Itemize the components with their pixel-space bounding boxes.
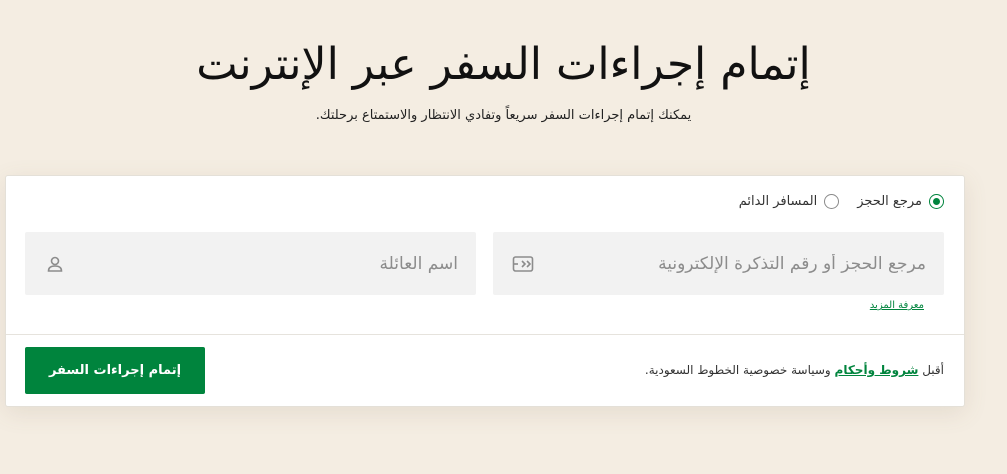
form-divider (6, 334, 964, 335)
hero-section: إتمام إجراءات السفر عبر الإنترنت يمكنك إ… (0, 30, 1007, 126)
booking-reference-field[interactable] (493, 232, 944, 295)
ticket-icon (511, 252, 535, 276)
checkin-submit-button[interactable]: إتمام إجراءات السفر (25, 347, 205, 394)
terms-text: أقبل شروط وأحكام وسياسة خصوصية الخطوط ال… (645, 363, 944, 377)
radio-booking-reference-label: مرجع الحجز (857, 194, 922, 209)
checkin-form-card: مرجع الحجز المسافر الدائم معرفة المزيد (5, 175, 965, 407)
radio-frequent-flyer[interactable]: المسافر الدائم (738, 194, 840, 209)
terms-prefix: أقبل (918, 363, 944, 377)
radio-booking-reference-indicator[interactable] (929, 194, 944, 209)
radio-frequent-flyer-label: المسافر الدائم (738, 194, 818, 209)
terms-conditions-link[interactable]: شروط وأحكام (835, 363, 919, 377)
terms-suffix: وسياسة خصوصية الخطوط السعودية. (644, 363, 835, 377)
page-subtitle: يمكنك إتمام إجراءات السفر سريعاً وتفادي … (315, 108, 692, 123)
search-type-radio-group: مرجع الحجز المسافر الدائم (731, 194, 944, 209)
last-name-field[interactable] (25, 232, 476, 295)
booking-reference-input[interactable] (535, 232, 926, 295)
user-icon (43, 252, 67, 276)
learn-more-link[interactable]: معرفة المزيد (870, 300, 924, 311)
radio-frequent-flyer-indicator[interactable] (824, 194, 840, 209)
page-title: إتمام إجراءات السفر عبر الإنترنت (196, 39, 811, 90)
radio-booking-reference[interactable]: مرجع الحجز (857, 194, 944, 209)
last-name-input[interactable] (67, 232, 458, 295)
